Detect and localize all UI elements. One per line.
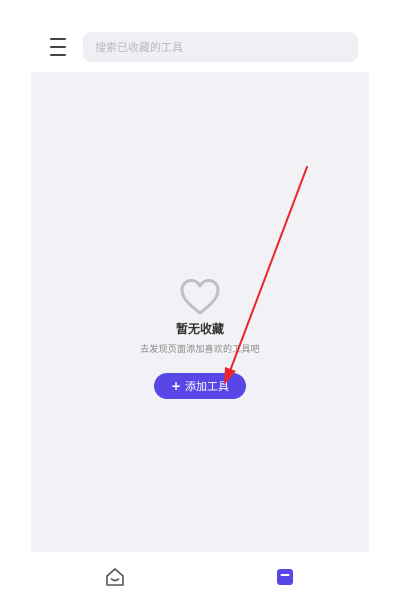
add-tool-button[interactable]: + 添加工具 <box>153 373 247 399</box>
empty-state-description: 去发现页面添加喜欢的工具吧 <box>140 345 260 355</box>
empty-state-title: 暂无收藏 <box>175 322 224 336</box>
app-screen: 暂无收藏 去发现页面添加喜欢的工具吧 + 添加工具 <box>0 0 400 600</box>
menu-line <box>50 46 66 48</box>
heart-outline-icon <box>180 279 220 315</box>
bottom-nav <box>0 552 400 600</box>
home-icon[interactable] <box>104 566 126 588</box>
favorites-panel: 暂无收藏 去发现页面添加喜欢的工具吧 + 添加工具 <box>31 72 369 552</box>
favorites-icon[interactable] <box>274 566 296 588</box>
empty-state: 暂无收藏 去发现页面添加喜欢的工具吧 + 添加工具 <box>31 278 369 399</box>
top-bar <box>0 0 400 72</box>
plus-icon: + <box>170 379 182 393</box>
menu-line <box>50 38 66 40</box>
search-input[interactable] <box>83 32 358 62</box>
menu-line <box>50 54 66 56</box>
menu-icon[interactable] <box>50 38 70 56</box>
add-tool-label: 添加工具 <box>185 380 230 393</box>
